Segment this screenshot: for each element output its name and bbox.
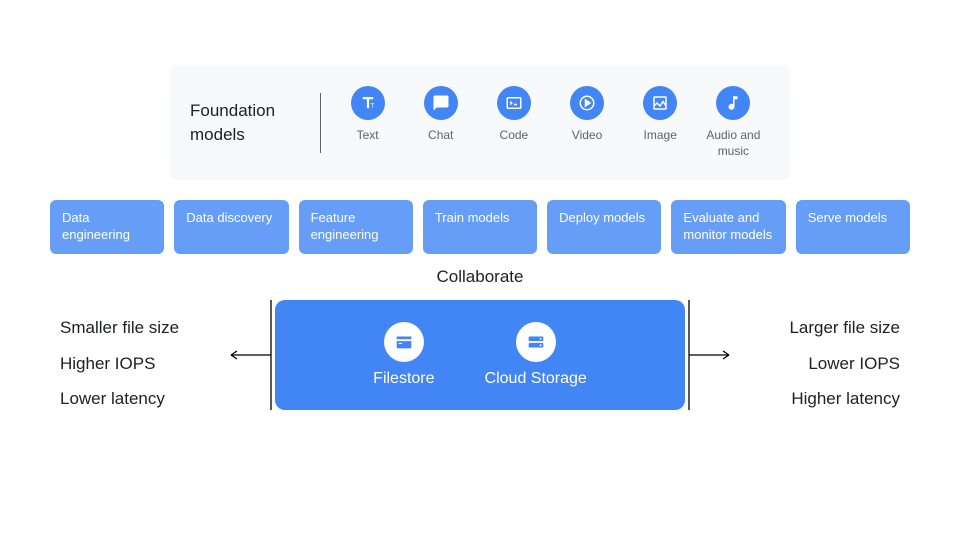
model-label: Audio and music: [698, 128, 768, 159]
storage-section: Smaller file size Higher IOPS Lower late…: [0, 300, 960, 430]
metric-higher-iops: Higher IOPS: [60, 346, 179, 382]
model-code: Code: [479, 86, 549, 159]
model-label: Text: [357, 128, 379, 144]
chat-icon: [424, 86, 458, 120]
storage-box: Filestore Cloud Storage: [275, 300, 685, 410]
right-metrics: Larger file size Lower IOPS Higher laten…: [789, 310, 900, 417]
arrow-right: [687, 300, 735, 410]
code-icon: [497, 86, 531, 120]
model-image: Image: [625, 86, 695, 159]
foundation-models-panel: Foundation models T Text Chat Code Video: [170, 65, 790, 180]
model-video: Video: [552, 86, 622, 159]
pill-feature-engineering: Feature engineering: [299, 200, 413, 254]
storage-label: Cloud Storage: [485, 370, 587, 388]
metric-lower-latency: Lower latency: [60, 381, 179, 417]
storage-filestore: Filestore: [373, 322, 434, 388]
divider: [320, 93, 321, 153]
metric-lower-iops: Lower IOPS: [789, 346, 900, 382]
model-text: T Text: [333, 86, 403, 159]
model-label: Video: [572, 128, 602, 144]
models-row: T Text Chat Code Video Image: [331, 86, 770, 159]
pill-serve-models: Serve models: [796, 200, 910, 254]
filestore-icon: [384, 322, 424, 362]
model-audio: Audio and music: [698, 86, 768, 159]
svg-text:T: T: [370, 102, 374, 109]
foundation-title: Foundation models: [190, 99, 320, 147]
video-icon: [570, 86, 604, 120]
pill-train-models: Train models: [423, 200, 537, 254]
pill-data-engineering: Data engineering: [50, 200, 164, 254]
model-chat: Chat: [406, 86, 476, 159]
metric-higher-latency: Higher latency: [789, 381, 900, 417]
cloud-storage-icon: [516, 322, 556, 362]
image-icon: [643, 86, 677, 120]
pipeline-row: Data engineering Data discovery Feature …: [50, 200, 910, 254]
collaborate-label: Collaborate: [0, 267, 960, 287]
pill-deploy-models: Deploy models: [547, 200, 661, 254]
left-metrics: Smaller file size Higher IOPS Lower late…: [60, 310, 179, 417]
metric-smaller-file: Smaller file size: [60, 310, 179, 346]
model-label: Image: [644, 128, 677, 144]
storage-label: Filestore: [373, 370, 434, 388]
storage-cloud-storage: Cloud Storage: [485, 322, 587, 388]
arrow-left: [225, 300, 273, 410]
pill-evaluate-models: Evaluate and monitor models: [671, 200, 785, 254]
pill-data-discovery: Data discovery: [174, 200, 288, 254]
model-label: Code: [500, 128, 529, 144]
metric-larger-file: Larger file size: [789, 310, 900, 346]
audio-icon: [716, 86, 750, 120]
text-icon: T: [351, 86, 385, 120]
model-label: Chat: [428, 128, 453, 144]
